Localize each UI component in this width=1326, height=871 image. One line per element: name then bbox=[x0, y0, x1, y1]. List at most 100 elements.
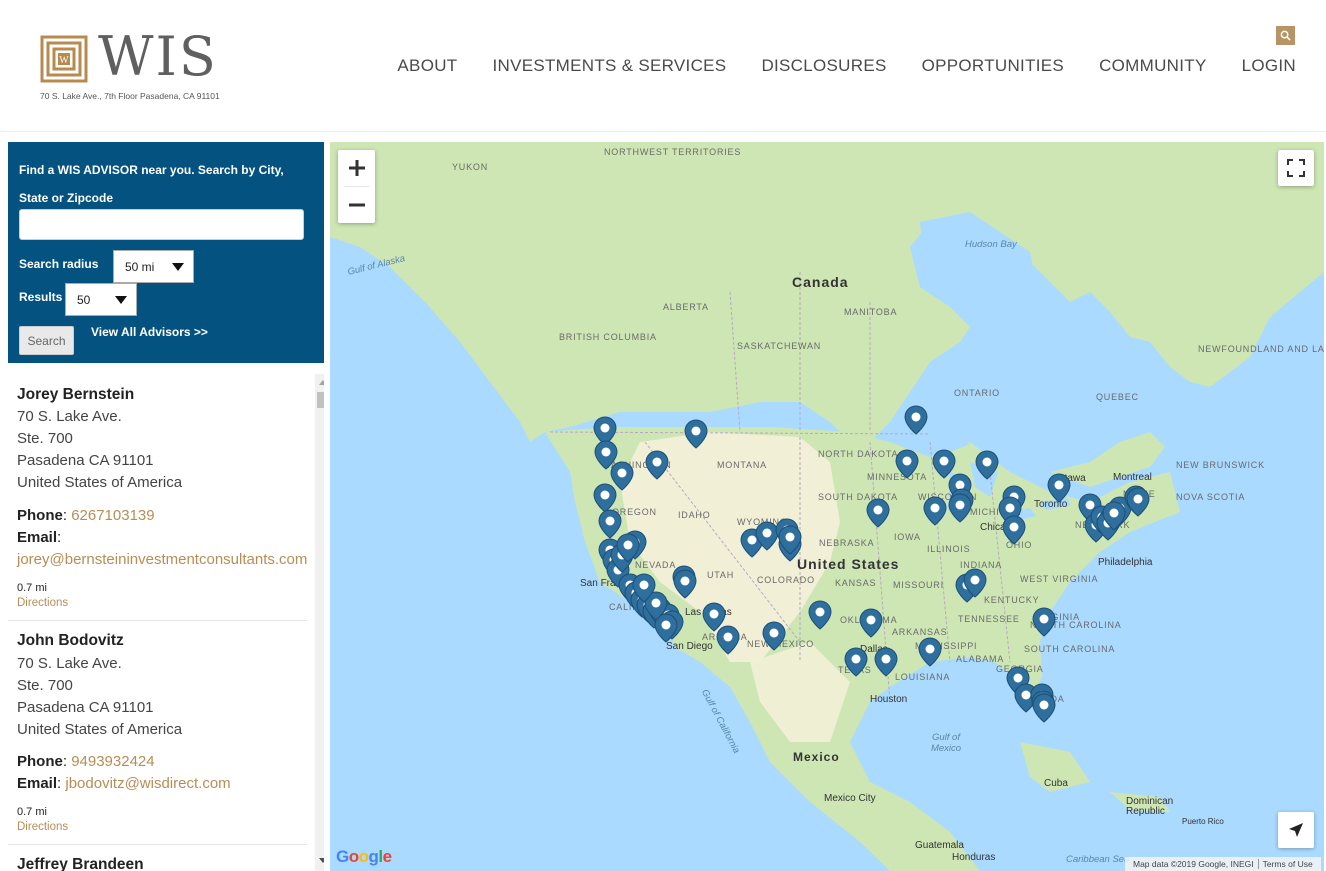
advisor-address-line: Ste. 700 bbox=[17, 430, 73, 447]
advisor-divider bbox=[8, 844, 307, 845]
results-count-value: 50 bbox=[77, 292, 91, 307]
advisor-directions-link[interactable]: Directions bbox=[17, 821, 68, 833]
map-pin-icon[interactable] bbox=[684, 419, 708, 449]
view-all-advisors-link[interactable]: View All Advisors >> bbox=[91, 325, 208, 339]
advisor-address-line: Pasadena CA 91101 bbox=[17, 452, 154, 469]
map-pin-icon[interactable] bbox=[948, 493, 972, 523]
terms-of-use-link[interactable]: Terms of Use bbox=[1259, 859, 1317, 869]
advisor-name: Jorey Bernstein bbox=[17, 386, 135, 403]
advisor-distance: 0.7 mi bbox=[17, 582, 47, 594]
map-pin-icon[interactable] bbox=[918, 637, 942, 667]
map-pin-icon[interactable] bbox=[1032, 607, 1056, 637]
search-radius-label: Search radius bbox=[19, 257, 99, 271]
site-search-button[interactable] bbox=[1276, 26, 1295, 45]
advisor-name: John Bodovitz bbox=[17, 632, 124, 649]
advisor-distance: 0.7 mi bbox=[17, 806, 47, 818]
zoom-control bbox=[338, 150, 375, 223]
scrollbar-thumb[interactable] bbox=[317, 392, 324, 408]
advisor-address-line: Ste. 700 bbox=[17, 677, 73, 694]
location-search-input[interactable] bbox=[19, 209, 304, 240]
advisor-name: Jeffrey Brandeen bbox=[17, 856, 144, 871]
advisor-email-label-row: Email: bbox=[17, 529, 62, 546]
map-pin-icon[interactable] bbox=[932, 449, 956, 479]
search-radius-select[interactable]: 50 mi bbox=[113, 250, 194, 283]
fullscreen-icon bbox=[1287, 159, 1305, 177]
map-pin-icon[interactable] bbox=[762, 621, 786, 651]
zoom-in-button[interactable] bbox=[338, 150, 375, 186]
map-pin-icon[interactable] bbox=[975, 450, 999, 480]
advisor-directions-link[interactable]: Directions bbox=[17, 597, 68, 609]
search-button[interactable]: Search bbox=[19, 326, 74, 355]
logo-wordmark: WIS bbox=[98, 25, 218, 88]
advisor-phone-link[interactable]: 9493932424 bbox=[71, 753, 154, 770]
advisor-map[interactable]: NORTHWEST TERRITORIES YUKON ALBERTA MANI… bbox=[330, 142, 1324, 871]
my-location-icon bbox=[1289, 823, 1303, 837]
map-pin-icon[interactable] bbox=[859, 608, 883, 638]
email-label: Email bbox=[17, 775, 58, 792]
company-address: 70 S. Lake Ave., 7th Floor Pasadena, CA … bbox=[40, 91, 220, 101]
zoom-out-button[interactable] bbox=[338, 187, 375, 223]
map-pin-icon[interactable] bbox=[1032, 693, 1056, 723]
phone-label: Phone bbox=[17, 753, 63, 770]
map-pin-icon[interactable] bbox=[702, 602, 726, 632]
advisor-email: jorey@bernsteininvestmentconsultants.com bbox=[17, 551, 307, 568]
advisor-results-list[interactable]: Jorey Bernstein 70 S. Lake Ave. Ste. 700… bbox=[8, 374, 324, 871]
plus-icon bbox=[348, 160, 365, 176]
nav-about[interactable]: ABOUT bbox=[397, 56, 457, 76]
map-pin-icon[interactable] bbox=[874, 647, 898, 677]
advisor-search-panel: Find a WIS ADVISOR near you. Search by C… bbox=[8, 142, 324, 363]
advisor-phone-link[interactable]: 6267103139 bbox=[71, 507, 154, 524]
search-intro: Find a WIS ADVISOR near you. Search by C… bbox=[19, 163, 284, 205]
nav-disclosures[interactable]: DISCLOSURES bbox=[761, 56, 886, 76]
map-attribution: Map data ©2019 Google, INEGI Terms of Us… bbox=[1125, 857, 1321, 871]
advisor-address-line: Pasadena CA 91101 bbox=[17, 699, 154, 716]
wis-logo-mark-icon: W bbox=[40, 35, 88, 83]
fullscreen-button[interactable] bbox=[1278, 150, 1314, 186]
map-pin-icon[interactable] bbox=[844, 647, 868, 677]
nav-login[interactable]: LOGIN bbox=[1242, 56, 1296, 76]
map-pin-icon[interactable] bbox=[645, 450, 669, 480]
nav-investments-services[interactable]: INVESTMENTS & SERVICES bbox=[492, 56, 726, 76]
map-pin-icon[interactable] bbox=[598, 509, 622, 539]
map-data-credit: Map data ©2019 Google, INEGI bbox=[1133, 859, 1254, 869]
map-pin-icon[interactable] bbox=[594, 440, 618, 470]
advisor-divider bbox=[8, 620, 307, 621]
map-pin-icon[interactable] bbox=[1002, 515, 1026, 545]
map-pin-icon[interactable] bbox=[904, 405, 928, 435]
map-pin-icon[interactable] bbox=[923, 496, 947, 526]
advisor-phone: Phone: 6267103139 bbox=[17, 507, 155, 524]
site-header: W WIS 70 S. Lake Ave., 7th Floor Pasaden… bbox=[0, 0, 1326, 132]
map-pin-icon[interactable] bbox=[716, 625, 740, 655]
main-nav: ABOUT INVESTMENTS & SERVICES DISCLOSURES… bbox=[362, 56, 1296, 76]
results-scrollbar[interactable] bbox=[315, 374, 324, 871]
search-radius-value: 50 mi bbox=[125, 259, 155, 274]
map-pin-icon[interactable] bbox=[866, 498, 890, 528]
map-pin-icon[interactable] bbox=[593, 483, 617, 513]
map-pin-icon[interactable] bbox=[808, 600, 832, 630]
minus-icon bbox=[348, 203, 365, 207]
scroll-down-arrow-icon[interactable] bbox=[319, 858, 324, 863]
google-logo[interactable]: Google bbox=[336, 847, 392, 867]
advisor-email-link[interactable]: jorey@bernsteininvestmentconsultants.com bbox=[17, 551, 307, 568]
results-label: Results bbox=[19, 290, 63, 304]
advisor-pins-layer bbox=[593, 405, 1150, 723]
map-pin-icon[interactable] bbox=[1047, 473, 1071, 503]
search-icon bbox=[1280, 30, 1291, 41]
nav-opportunities[interactable]: OPPORTUNITIES bbox=[922, 56, 1064, 76]
dropdown-caret-icon bbox=[115, 296, 127, 304]
advisor-email-link[interactable]: jbodovitz@wisdirect.com bbox=[65, 775, 230, 792]
map-pin-icon[interactable] bbox=[895, 449, 919, 479]
map-pin-icon[interactable] bbox=[673, 569, 697, 599]
phone-label: Phone bbox=[17, 507, 63, 524]
dropdown-caret-icon bbox=[172, 263, 184, 271]
map-pin-icon[interactable] bbox=[610, 461, 634, 491]
advisor-address-line: 70 S. Lake Ave. bbox=[17, 655, 122, 672]
email-label: Email bbox=[17, 529, 58, 546]
scroll-up-arrow-icon[interactable] bbox=[319, 380, 324, 385]
svg-text:W: W bbox=[59, 55, 69, 66]
my-location-button[interactable] bbox=[1278, 812, 1314, 848]
advisor-address-line: United States of America bbox=[17, 474, 183, 491]
results-count-select[interactable]: 50 bbox=[65, 283, 137, 316]
advisor-address-line: United States of America bbox=[17, 721, 183, 738]
nav-community[interactable]: COMMUNITY bbox=[1099, 56, 1207, 76]
